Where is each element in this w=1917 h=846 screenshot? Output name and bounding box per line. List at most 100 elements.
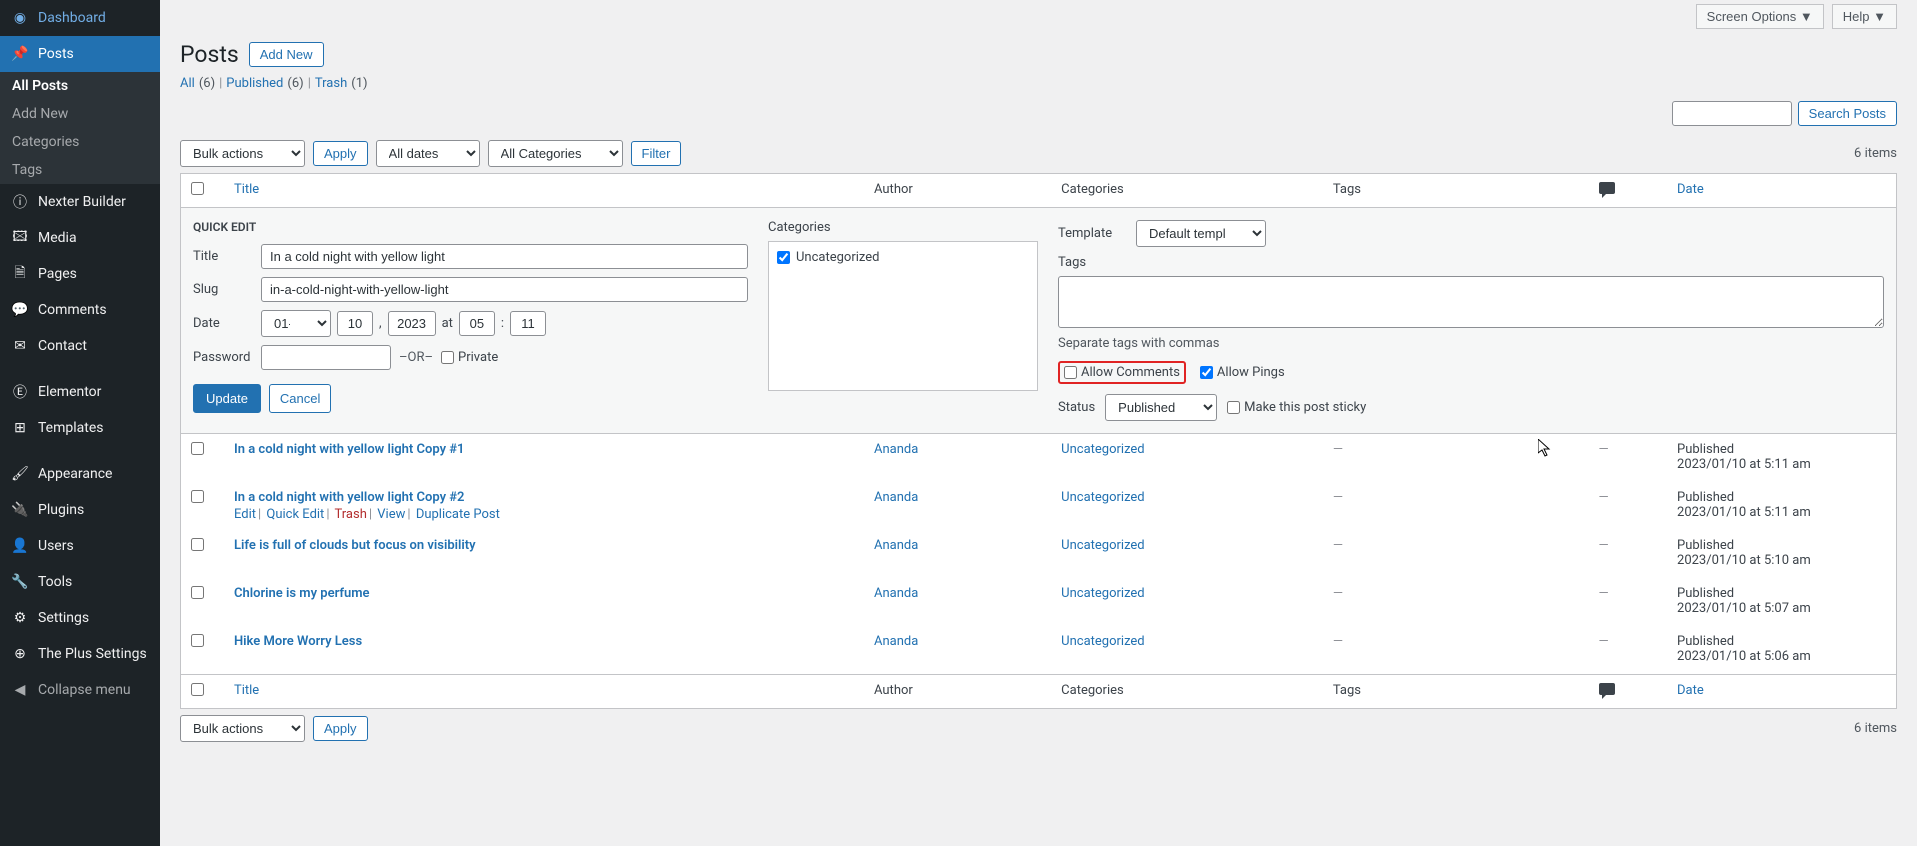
qe-cat-uncategorized-checkbox[interactable] bbox=[777, 251, 790, 264]
qe-hour-input[interactable] bbox=[459, 311, 495, 336]
sidebar-item-templates[interactable]: ⊞Templates bbox=[0, 410, 160, 446]
qe-month-select[interactable]: 01-Jan bbox=[261, 310, 331, 337]
qe-allow-pings-checkbox[interactable] bbox=[1200, 366, 1213, 379]
row-action-quickedit[interactable]: Quick Edit bbox=[266, 507, 324, 522]
row-checkbox[interactable] bbox=[191, 490, 204, 503]
sidebar-item-plugins[interactable]: 🔌Plugins bbox=[0, 492, 160, 528]
select-all-checkbox[interactable] bbox=[191, 182, 204, 195]
qe-status-label: Status bbox=[1058, 400, 1095, 415]
row-category-link[interactable]: Uncategorized bbox=[1061, 538, 1144, 553]
row-action-edit[interactable]: Edit bbox=[234, 507, 256, 522]
qe-update-button[interactable]: Update bbox=[193, 384, 261, 413]
row-date: 2023/01/10 at 5:11 am bbox=[1677, 505, 1811, 520]
row-title-link[interactable]: In a cold night with yellow light Copy #… bbox=[234, 442, 465, 457]
sidebar-item-appearance[interactable]: 🖌Appearance bbox=[0, 456, 160, 492]
qe-cancel-button[interactable]: Cancel bbox=[269, 384, 331, 413]
row-author-link[interactable]: Ananda bbox=[874, 490, 918, 505]
sidebar-item-users[interactable]: 👤Users bbox=[0, 528, 160, 564]
col-title-foot[interactable]: Title bbox=[234, 683, 259, 698]
sidebar-item-plus[interactable]: ⊕The Plus Settings bbox=[0, 636, 160, 672]
apply-bulk-button-bottom[interactable]: Apply bbox=[313, 716, 368, 741]
bulk-actions-select-bottom[interactable]: Bulk actions bbox=[180, 715, 305, 742]
col-title[interactable]: Title bbox=[234, 182, 259, 197]
select-all-checkbox-bottom[interactable] bbox=[191, 683, 204, 696]
help-button[interactable]: Help ▼ bbox=[1832, 4, 1897, 29]
sidebar-sub-addnew[interactable]: Add New bbox=[0, 100, 160, 128]
row-action-duplicate[interactable]: Duplicate Post bbox=[416, 507, 500, 522]
screen-options-button[interactable]: Screen Options ▼ bbox=[1696, 4, 1824, 29]
row-action-view[interactable]: View bbox=[377, 507, 405, 522]
sidebar-item-contact[interactable]: ✉Contact bbox=[0, 328, 160, 364]
qe-private-checkbox[interactable] bbox=[441, 351, 454, 364]
qe-password-input[interactable] bbox=[261, 345, 391, 370]
filter-published-count: (6) bbox=[287, 76, 303, 91]
date-filter-select[interactable]: All dates bbox=[376, 140, 480, 167]
qe-category-list[interactable]: Uncategorized bbox=[768, 241, 1038, 391]
row-checkbox[interactable] bbox=[191, 538, 204, 551]
col-date[interactable]: Date bbox=[1677, 182, 1704, 197]
sidebar-item-label: Appearance bbox=[38, 466, 112, 482]
sidebar-item-collapse[interactable]: ◀Collapse menu bbox=[0, 672, 160, 708]
qe-slug-input[interactable] bbox=[261, 277, 748, 302]
filter-all[interactable]: All bbox=[180, 76, 195, 91]
row-status: Published bbox=[1677, 586, 1734, 601]
row-author-link[interactable]: Ananda bbox=[874, 586, 918, 601]
sidebar-item-media[interactable]: 🖾Media bbox=[0, 220, 160, 256]
row-category-link[interactable]: Uncategorized bbox=[1061, 490, 1144, 505]
comments-icon bbox=[1599, 182, 1615, 194]
filter-trash[interactable]: Trash bbox=[315, 76, 347, 91]
qe-allow-comments-checkbox[interactable] bbox=[1064, 366, 1077, 379]
media-icon: 🖾 bbox=[10, 228, 30, 248]
row-checkbox[interactable] bbox=[191, 634, 204, 647]
row-action-trash[interactable]: Trash bbox=[334, 507, 366, 522]
table-row: Life is full of clouds but focus on visi… bbox=[181, 530, 1897, 578]
row-checkbox[interactable] bbox=[191, 442, 204, 455]
sidebar-sub-allposts[interactable]: All Posts bbox=[0, 72, 160, 100]
qe-min-input[interactable] bbox=[510, 311, 546, 336]
sidebar-item-nexter[interactable]: ⓘNexter Builder bbox=[0, 184, 160, 220]
row-title-link[interactable]: Chlorine is my perfume bbox=[234, 586, 370, 601]
row-category-link[interactable]: Uncategorized bbox=[1061, 634, 1144, 649]
dashboard-icon: ◉ bbox=[10, 8, 30, 28]
category-filter-select[interactable]: All Categories bbox=[488, 140, 623, 167]
row-title-link[interactable]: In a cold night with yellow light Copy #… bbox=[234, 490, 465, 505]
col-date-foot[interactable]: Date bbox=[1677, 683, 1704, 698]
qe-title-input[interactable] bbox=[261, 244, 748, 269]
qe-sticky-label: Make this post sticky bbox=[1244, 400, 1366, 415]
sidebar-item-label: Users bbox=[38, 538, 74, 554]
row-checkbox[interactable] bbox=[191, 586, 204, 599]
sidebar-sub-tags[interactable]: Tags bbox=[0, 156, 160, 184]
search-input[interactable] bbox=[1672, 101, 1792, 126]
qe-tags-textarea[interactable] bbox=[1058, 276, 1884, 328]
row-actions: Edit| Quick Edit| Trash| View| Duplicate… bbox=[234, 507, 854, 522]
qe-day-input[interactable] bbox=[337, 311, 373, 336]
row-title-link[interactable]: Life is full of clouds but focus on visi… bbox=[234, 538, 476, 553]
row-category-link[interactable]: Uncategorized bbox=[1061, 442, 1144, 457]
row-category-link[interactable]: Uncategorized bbox=[1061, 586, 1144, 601]
apply-bulk-button[interactable]: Apply bbox=[313, 141, 368, 166]
row-title-link[interactable]: Hike More Worry Less bbox=[234, 634, 362, 649]
row-author-link[interactable]: Ananda bbox=[874, 442, 918, 457]
sidebar-item-tools[interactable]: 🔧Tools bbox=[0, 564, 160, 600]
qe-template-select[interactable]: Default template bbox=[1136, 220, 1266, 247]
sidebar-item-settings[interactable]: ⚙Settings bbox=[0, 600, 160, 636]
row-author-link[interactable]: Ananda bbox=[874, 634, 918, 649]
sidebar-sub-categories[interactable]: Categories bbox=[0, 128, 160, 156]
sidebar-item-comments[interactable]: 💬Comments bbox=[0, 292, 160, 328]
bulk-actions-select[interactable]: Bulk actions bbox=[180, 140, 305, 167]
sidebar-item-posts[interactable]: 📌Posts bbox=[0, 36, 160, 72]
search-button[interactable]: Search Posts bbox=[1798, 101, 1897, 126]
row-author-link[interactable]: Ananda bbox=[874, 538, 918, 553]
qe-year-input[interactable] bbox=[388, 311, 436, 336]
row-comments: — bbox=[1599, 634, 1609, 649]
qe-sticky-checkbox[interactable] bbox=[1227, 401, 1240, 414]
filter-button[interactable]: Filter bbox=[631, 141, 682, 166]
sidebar-item-pages[interactable]: 🗎Pages bbox=[0, 256, 160, 292]
sidebar-item-elementor[interactable]: ⒺElementor bbox=[0, 374, 160, 410]
elementor-icon: Ⓔ bbox=[10, 382, 30, 402]
add-new-button[interactable]: Add New bbox=[249, 42, 324, 67]
qe-status-select[interactable]: Published bbox=[1105, 394, 1217, 421]
filter-published[interactable]: Published bbox=[226, 76, 283, 91]
sidebar-item-dashboard[interactable]: ◉Dashboard bbox=[0, 0, 160, 36]
qe-allow-pings-label: Allow Pings bbox=[1217, 365, 1285, 380]
